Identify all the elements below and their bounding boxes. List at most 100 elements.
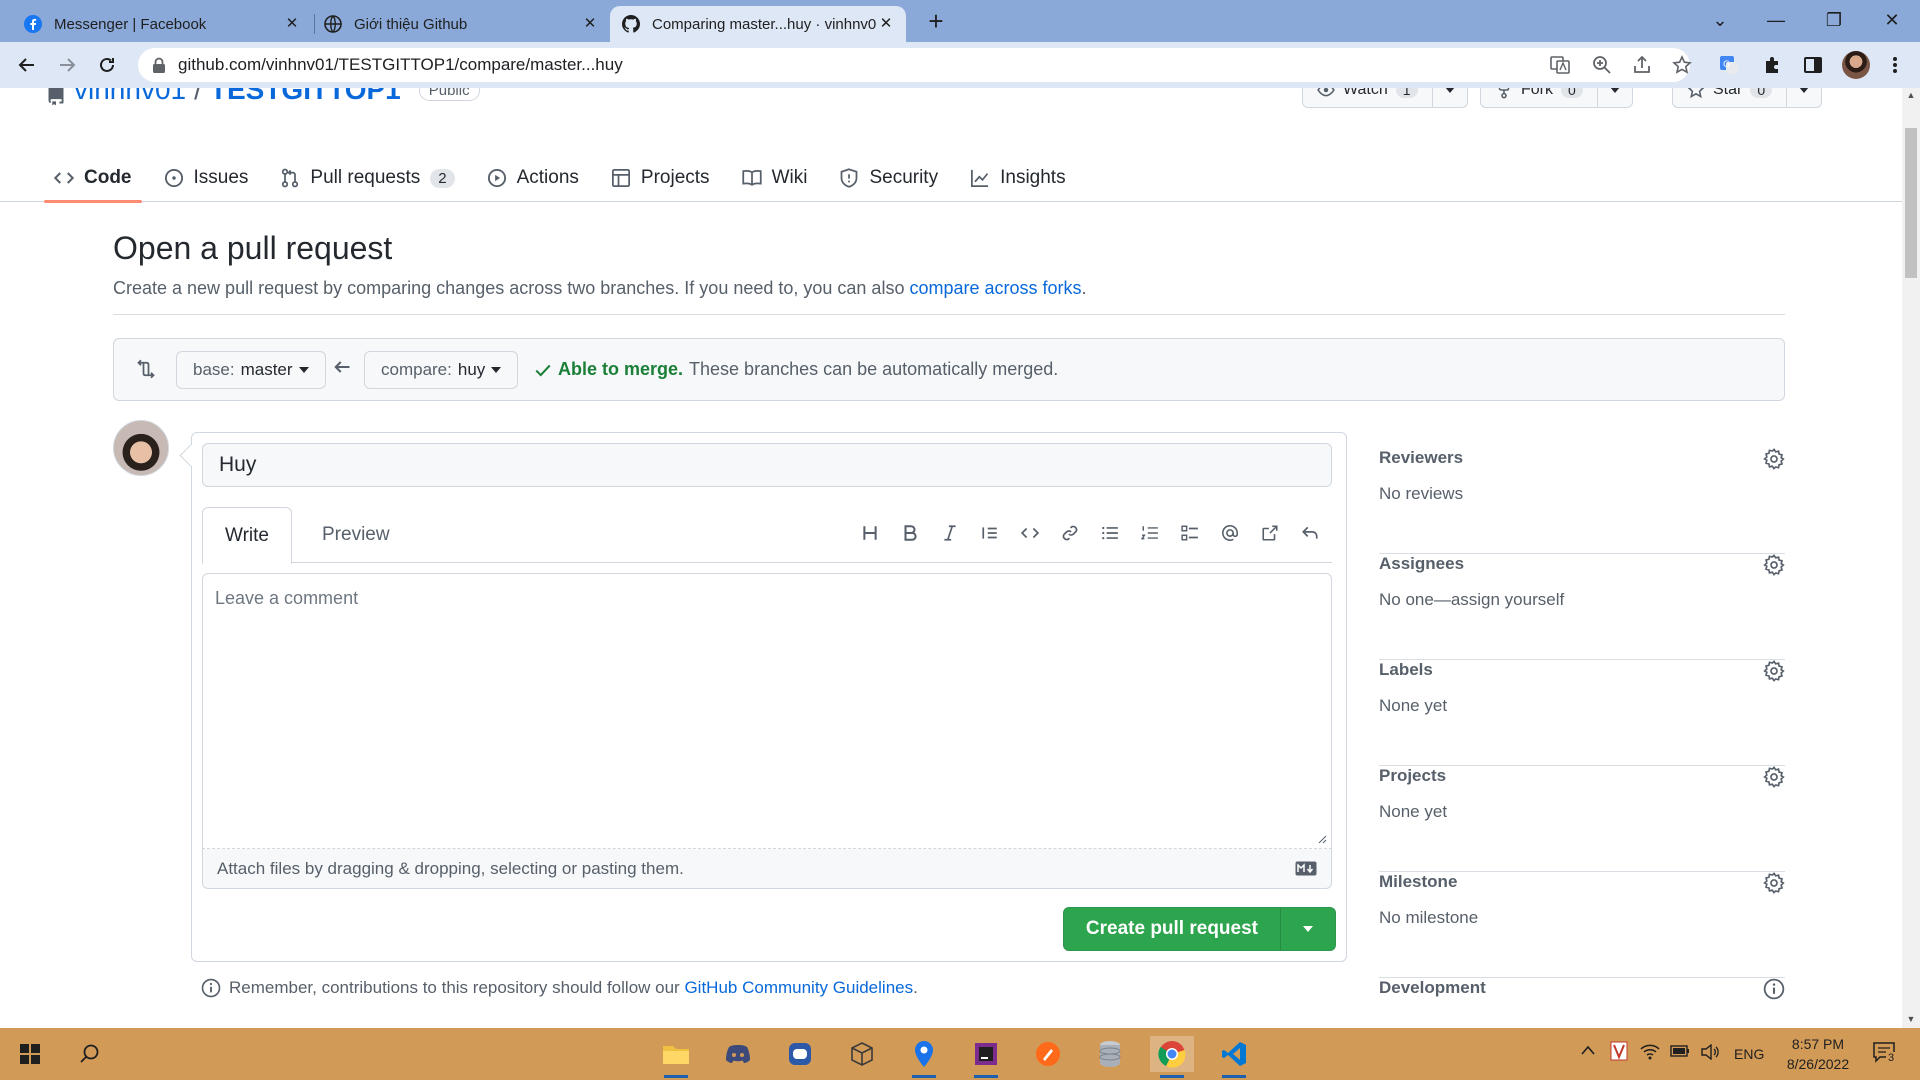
unordered-list-button[interactable] [1098, 521, 1122, 545]
info-icon[interactable] [1763, 978, 1785, 1000]
community-guidelines-link[interactable]: GitHub Community Guidelines [684, 978, 913, 997]
heading-button[interactable] [858, 521, 882, 545]
tab-security[interactable]: Security [829, 154, 948, 202]
bold-button[interactable] [898, 521, 922, 545]
create-pull-request-button[interactable]: Create pull request [1064, 908, 1281, 950]
ordered-list-button[interactable] [1138, 521, 1162, 545]
tab-insights[interactable]: Insights [960, 154, 1075, 202]
vscode-taskbar-icon[interactable] [1216, 1036, 1252, 1078]
scroll-down-arrow-icon[interactable]: ▼ [1906, 1014, 1916, 1024]
base-branch-select[interactable]: base: master [176, 351, 326, 389]
watch-button[interactable]: Watch 1 [1303, 88, 1433, 107]
gear-icon[interactable] [1763, 448, 1785, 470]
repo-name-link[interactable]: TESTGITTOP1 [210, 88, 401, 106]
svg-text:G: G [1723, 60, 1730, 70]
side-panel-icon[interactable] [1802, 54, 1824, 76]
comment-textarea[interactable]: Leave a comment [202, 573, 1332, 849]
new-tab-button[interactable]: + [922, 8, 950, 36]
cube-icon [851, 1042, 873, 1066]
link-button[interactable] [1058, 521, 1082, 545]
close-tab-icon[interactable]: ✕ [582, 16, 598, 32]
network-icon[interactable] [1640, 1044, 1660, 1060]
saved-replies-button[interactable] [1298, 521, 1322, 545]
tab-search-chevron-icon[interactable]: ⌄ [1692, 0, 1748, 40]
tab-issues[interactable]: Issues [154, 154, 259, 202]
star-dropdown[interactable] [1787, 88, 1821, 93]
bookmark-star-icon[interactable] [1672, 55, 1692, 75]
create-options-dropdown[interactable] [1281, 908, 1335, 950]
task-list-button[interactable] [1178, 521, 1202, 545]
reload-button[interactable] [92, 50, 122, 80]
resize-handle-icon[interactable] [1317, 834, 1327, 844]
file-explorer-taskbar-icon[interactable] [658, 1036, 694, 1078]
repo-owner-link[interactable]: vinhnv01 [74, 88, 186, 106]
code-button[interactable] [1018, 521, 1042, 545]
tab-pull-requests[interactable]: Pull requests 2 [270, 154, 464, 202]
profile-avatar[interactable] [1842, 51, 1870, 79]
gear-icon[interactable] [1763, 766, 1785, 788]
tab-code[interactable]: Code [44, 154, 142, 203]
discord-taskbar-icon[interactable] [720, 1036, 756, 1072]
mention-button[interactable] [1218, 521, 1242, 545]
zoom-icon[interactable] [1592, 55, 1612, 75]
share-icon[interactable] [1632, 55, 1652, 75]
system-clock[interactable]: 8:57 PM 8/26/2022 [1768, 1034, 1868, 1074]
gear-icon[interactable] [1763, 660, 1785, 682]
jetbrains-taskbar-icon[interactable] [968, 1036, 1004, 1078]
user-avatar[interactable] [113, 420, 169, 476]
gear-icon[interactable] [1763, 872, 1785, 894]
gear-icon[interactable] [1763, 554, 1785, 576]
tab-projects[interactable]: Projects [601, 154, 720, 202]
browser-tab-messenger[interactable]: Messenger | Facebook ✕ [12, 6, 312, 42]
maps-taskbar-icon[interactable] [906, 1036, 942, 1078]
scroll-up-arrow-icon[interactable]: ▲ [1906, 90, 1916, 100]
page-scrollbar[interactable]: ▲ ▼ [1902, 88, 1920, 1028]
sublime-taskbar-icon[interactable] [1030, 1036, 1066, 1072]
search-button[interactable] [72, 1036, 108, 1072]
chrome-taskbar-icon[interactable] [1150, 1036, 1194, 1078]
compare-across-forks-link[interactable]: compare across forks [909, 278, 1081, 298]
close-window-button[interactable]: ✕ [1864, 0, 1920, 40]
close-tab-icon[interactable]: ✕ [284, 16, 300, 32]
star-button[interactable]: Star 0 [1673, 88, 1788, 107]
attach-files-area[interactable]: Attach files by dragging & dropping, sel… [202, 849, 1332, 889]
fork-button[interactable]: Fork 0 [1481, 88, 1598, 107]
browser-tab-gioi-thieu-github[interactable]: Giới thiệu Github ✕ [312, 6, 610, 42]
zalo-taskbar-icon[interactable] [782, 1036, 818, 1072]
fork-dropdown[interactable] [1598, 88, 1632, 93]
google-translate-extension-icon[interactable]: G [1718, 54, 1740, 76]
tray-app-icon[interactable] [1610, 1041, 1628, 1061]
translate-icon[interactable] [1550, 55, 1570, 75]
extensions-puzzle-icon[interactable] [1762, 54, 1784, 76]
input-language[interactable]: ENG [1734, 1046, 1764, 1062]
forward-button[interactable] [52, 50, 82, 80]
sidebar-milestone: Milestone No milestone [1379, 872, 1785, 978]
cross-reference-button[interactable] [1258, 521, 1282, 545]
database-taskbar-icon[interactable] [1092, 1036, 1128, 1072]
pr-title-input[interactable]: Huy [202, 443, 1332, 487]
tab-write[interactable]: Write [202, 507, 292, 564]
notification-center-button[interactable]: 3 [1872, 1040, 1897, 1064]
watch-dropdown[interactable] [1433, 88, 1467, 93]
start-button[interactable] [12, 1036, 48, 1072]
tab-wiki[interactable]: Wiki [732, 154, 818, 202]
browser-tab-comparing[interactable]: Comparing master...huy · vinhnv0 ✕ [610, 6, 906, 42]
address-bar[interactable]: github.com/vinhnv01/TESTGITTOP1/compare/… [138, 48, 1690, 82]
scrollbar-thumb[interactable] [1905, 128, 1917, 278]
show-hidden-icons-chevron[interactable] [1580, 1044, 1596, 1056]
italic-button[interactable] [938, 521, 962, 545]
assignees-value[interactable]: No one—assign yourself [1379, 590, 1564, 610]
battery-icon[interactable] [1670, 1044, 1690, 1058]
minimize-button[interactable]: — [1748, 0, 1804, 40]
maximize-button[interactable]: ❐ [1806, 0, 1862, 40]
tab-actions[interactable]: Actions [477, 154, 589, 202]
volume-icon[interactable] [1700, 1044, 1720, 1060]
tab-preview[interactable]: Preview [300, 507, 412, 563]
more-menu-icon[interactable] [1884, 54, 1906, 76]
back-button[interactable] [12, 50, 42, 80]
pull-request-icon [282, 168, 299, 188]
compare-branch-select[interactable]: compare: huy [364, 351, 519, 389]
3d-app-taskbar-icon[interactable] [844, 1036, 880, 1072]
quote-button[interactable] [978, 521, 1002, 545]
close-tab-icon[interactable]: ✕ [878, 16, 894, 32]
